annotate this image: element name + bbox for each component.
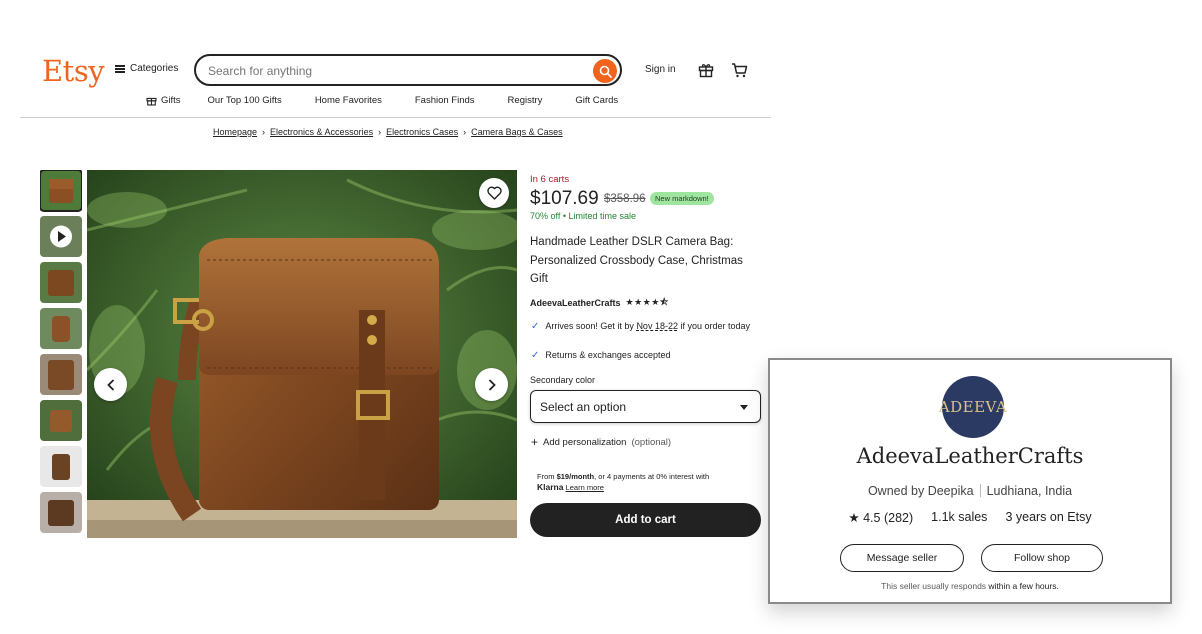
in-carts-note: In 6 carts [530,174,570,185]
discount-line: 70% off • Limited time sale [530,211,636,221]
nav-top-100-gifts[interactable]: Our Top 100 Gifts [208,95,282,106]
plus-icon: + [531,435,539,449]
search-input[interactable] [208,62,578,80]
star-icon: ★ [848,511,860,525]
thumbnail[interactable] [40,170,82,212]
categories-label: Categories [130,63,179,74]
product-main-image[interactable] [87,170,517,538]
chevron-left-icon [106,378,114,391]
breadcrumb: Homepage › Electronics & Accessories › E… [213,127,563,137]
sign-in-link[interactable]: Sign in [645,64,676,75]
thumbnail[interactable] [40,492,82,533]
klarna-logo: Klarna [537,482,564,492]
chevron-right-icon: › [463,127,467,137]
thumbnail[interactable] [40,354,82,395]
thumbnail[interactable] [40,446,82,487]
secondary-color-label: Secondary color [530,375,596,385]
cart-icon[interactable] [731,62,748,78]
secondary-color-select[interactable]: Select an option [530,390,761,423]
thumbnail[interactable] [40,400,82,441]
favorite-button[interactable] [479,178,509,208]
caret-down-icon [740,405,748,410]
gift-icon [146,97,157,106]
breadcrumb-electronics-accessories[interactable]: Electronics & Accessories [270,127,373,137]
categories-button[interactable]: Categories [115,63,178,74]
add-personalization-button[interactable]: + Add personalization (optional) [531,435,672,449]
limited-sale-note: Limited time sale [568,211,637,221]
select-value: Select an option [540,399,627,414]
seller-location: Ludhiana, India [986,484,1073,498]
next-image-button[interactable] [475,368,508,401]
star-rating-icon[interactable]: ★★★★⯪ [626,295,669,311]
owner-row: Owned by Deepika Ludhiana, India [770,484,1170,498]
previous-image-button[interactable] [94,368,127,401]
seller-years: 3 years on Etsy [1005,510,1092,524]
shop-link[interactable]: AdeevaLeatherCrafts [530,298,621,308]
chevron-right-icon: › [262,127,266,137]
discount-percent: 70% off [530,211,561,221]
top-nav: Gifts Our Top 100 Gifts Home Favorites F… [146,95,618,106]
search-icon [599,65,612,78]
arrival-info: ✓ Arrives soon! Get it by Nov 18-22 if y… [531,320,756,333]
gift-icon[interactable] [698,62,714,78]
search-button[interactable] [593,59,617,83]
product-title: Handmade Leather DSLR Camera Bag: Person… [530,236,743,285]
message-seller-button[interactable]: Message seller [840,544,964,572]
personalization-note: (optional) [631,437,672,448]
video-thumbnail[interactable] [40,216,82,257]
heart-icon [486,186,502,200]
returns-text: Returns & exchanges accepted [545,350,671,360]
nav-gifts[interactable]: Gifts [146,95,181,106]
breadcrumb-camera-bags[interactable]: Camera Bags & Cases [471,127,563,137]
shop-row: AdeevaLeatherCrafts ★★★★⯪ [530,295,669,311]
thumbnail[interactable] [40,262,82,303]
thumbnail[interactable] [40,308,82,349]
thumbnail-strip [40,170,82,538]
shop-avatar[interactable]: ADEEVA [939,376,1007,438]
follow-shop-button[interactable]: Follow shop [981,544,1103,572]
chevron-right-icon: › [378,127,382,137]
arrival-date[interactable]: Nov 18-22 [636,321,678,331]
nav-label: Gifts [161,95,181,106]
nav-gift-cards[interactable]: Gift Cards [575,95,618,106]
seller-shop-name[interactable]: AdeevaLeatherCrafts [770,444,1170,468]
divider [979,484,981,497]
returns-info: ✓ Returns & exchanges accepted [531,349,670,362]
check-icon: ✓ [531,321,540,332]
owner-name: Owned by Deepika [867,484,974,498]
nav-home-favorites[interactable]: Home Favorites [315,95,382,106]
seller-stats: ★ 4.5 (282) 1.1k sales 3 years on Etsy [770,510,1170,525]
nav-fashion-finds[interactable]: Fashion Finds [415,95,475,106]
arrival-text: Arrives soon! Get it by Nov 18-22 if you… [545,321,751,331]
menu-icon [115,64,125,73]
add-to-cart-button[interactable]: Add to cart [530,503,761,537]
klarna-learn-more[interactable]: Learn more [566,483,604,492]
sale-price: $107.69 [530,188,599,209]
breadcrumb-electronics-cases[interactable]: Electronics Cases [386,127,458,137]
seller-sales: 1.1k sales [931,510,988,524]
breadcrumb-homepage[interactable]: Homepage [213,127,257,137]
klarna-amount: $19/month [556,472,595,481]
check-icon: ✓ [531,350,540,361]
markdown-badge: New markdown! [650,192,714,205]
response-time-note: This seller usually responds within a fe… [881,581,1059,591]
etsy-logo[interactable]: Etsy [42,54,105,88]
original-price: $358.96 [604,193,646,205]
seller-rating: ★ 4.5 (282) [848,511,914,525]
search-bar [194,54,622,86]
seller-card: ADEEVA AdeevaLeatherCrafts Owned by Deep… [768,358,1172,604]
chevron-right-icon [488,378,496,391]
klarna-financing: From $19/month, or 4 payments at 0% inte… [537,472,710,492]
nav-registry[interactable]: Registry [508,95,543,106]
personalization-label: Add personalization [543,437,627,448]
header-divider [20,117,771,118]
